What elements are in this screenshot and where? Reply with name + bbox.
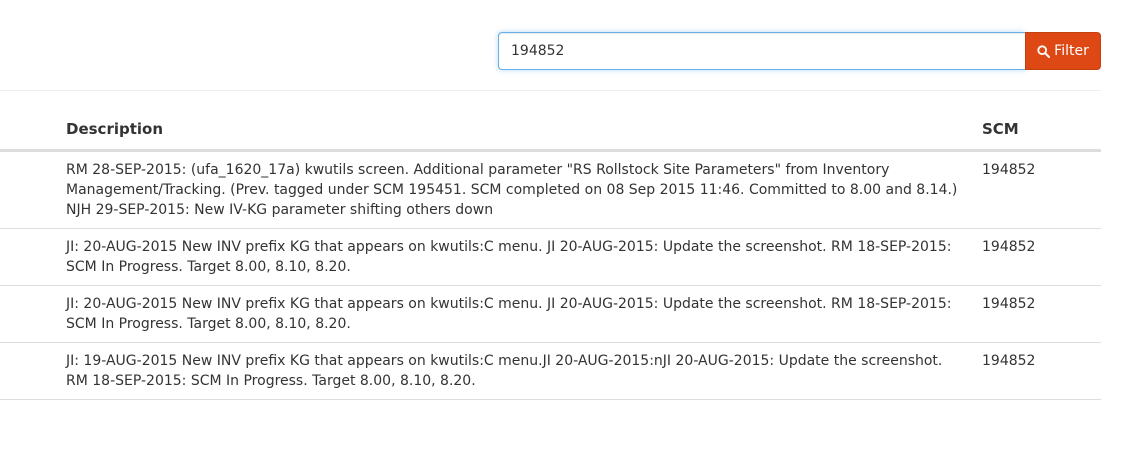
row-description: RM 28-SEP-2015: (ufa_1620_17a) kwutils s… bbox=[66, 150, 982, 229]
row-scm: 194852 bbox=[982, 342, 1101, 400]
table-header-row: Description SCM bbox=[0, 109, 1101, 152]
search-icon bbox=[1037, 44, 1051, 58]
table-row: RM 28-SEP-2015: (ufa_1620_17a) kwutils s… bbox=[0, 150, 1101, 229]
table-row: JI: 20-AUG-2015 New INV prefix KG that a… bbox=[0, 285, 1101, 343]
row-description: JI: 19-AUG-2015 New INV prefix KG that a… bbox=[66, 342, 982, 400]
column-header-description: Description bbox=[66, 109, 982, 152]
filter-button-label: Filter bbox=[1054, 43, 1089, 59]
search-input[interactable] bbox=[498, 32, 1025, 70]
row-description: JI: 20-AUG-2015 New INV prefix KG that a… bbox=[66, 228, 982, 286]
row-scm: 194852 bbox=[982, 285, 1101, 343]
row-scm: 194852 bbox=[982, 150, 1101, 229]
page: Filter Description SCM RM 28-SEP-2015: (… bbox=[0, 0, 1124, 457]
search-bar: Filter bbox=[498, 32, 1101, 70]
divider bbox=[0, 90, 1101, 91]
row-scm: 194852 bbox=[982, 228, 1101, 286]
results-table: Description SCM RM 28-SEP-2015: (ufa_162… bbox=[0, 109, 1101, 400]
column-header-scm: SCM bbox=[982, 109, 1101, 152]
table-row: JI: 19-AUG-2015 New INV prefix KG that a… bbox=[0, 342, 1101, 400]
filter-button[interactable]: Filter bbox=[1025, 32, 1101, 70]
row-description: JI: 20-AUG-2015 New INV prefix KG that a… bbox=[66, 285, 982, 343]
table-row: JI: 20-AUG-2015 New INV prefix KG that a… bbox=[0, 228, 1101, 286]
